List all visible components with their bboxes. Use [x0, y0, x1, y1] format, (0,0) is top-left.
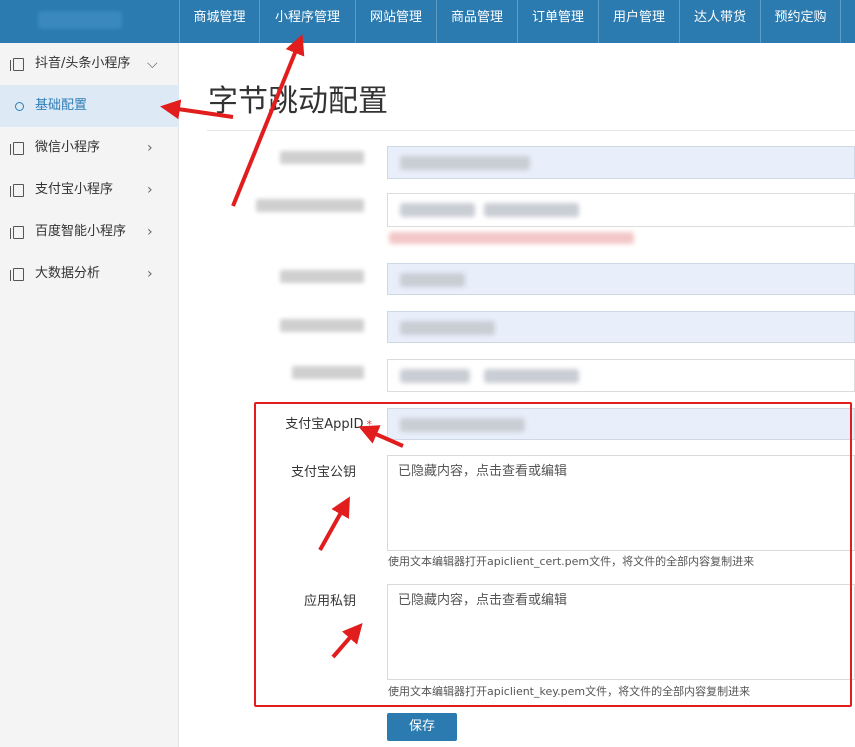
- sidebar-item-bigdata[interactable]: 大数据分析 ›: [0, 253, 179, 295]
- nav-item-users[interactable]: 用户管理: [598, 0, 679, 43]
- sidebar-item-label: 微信小程序: [35, 140, 101, 155]
- redacted-label: [256, 199, 364, 212]
- chevron-right-icon: ›: [147, 140, 153, 156]
- sidebar-item-baidu[interactable]: 百度智能小程序 ›: [0, 211, 179, 253]
- book-icon: [10, 142, 24, 155]
- page-title: 字节跳动配置: [208, 84, 388, 119]
- chevron-right-icon: ›: [147, 182, 153, 198]
- alipay-appid-label-text: 支付宝AppID: [285, 417, 364, 432]
- arrow-to-public-key-label: [318, 496, 350, 551]
- nav-item-website[interactable]: 网站管理: [355, 0, 436, 43]
- nav-item-influencer[interactable]: 达人带货: [679, 0, 760, 43]
- sidebar: 抖音/头条小程序 ⌵ 基础配置 微信小程序 › 支付宝小程序 › 百度智能小程序…: [0, 43, 179, 747]
- arrow-to-private-key-label: [331, 622, 363, 659]
- redacted-label: [280, 270, 364, 283]
- nav-item-reservation[interactable]: 预约定购: [760, 0, 840, 43]
- book-icon: [10, 268, 24, 281]
- sidebar-item-label: 百度智能小程序: [35, 224, 127, 239]
- redacted-value: [400, 418, 525, 432]
- app-private-key-textarea[interactable]: 已隐藏内容，点击查看或编辑: [387, 584, 855, 680]
- nav-item-products[interactable]: 商品管理: [436, 0, 517, 43]
- app-private-key-help: 使用文本编辑器打开apiclient_key.pem文件，将文件的全部内容复制进…: [388, 685, 751, 698]
- top-nav-bar: 商城管理 小程序管理 网站管理 商品管理 订单管理 用户管理 达人带货 预约定购: [0, 0, 855, 43]
- redacted-value: [400, 203, 475, 217]
- app-private-key-label: 应用私钥: [303, 594, 356, 609]
- nav-item-miniprogram[interactable]: 小程序管理: [259, 0, 355, 43]
- redacted-value: [484, 369, 579, 383]
- redacted-value: [400, 156, 530, 170]
- redacted-input[interactable]: [387, 359, 855, 392]
- nav-item-overflow[interactable]: [840, 0, 855, 43]
- chevron-right-icon: ›: [147, 266, 153, 282]
- redacted-value: [400, 321, 495, 335]
- app-logo[interactable]: [0, 0, 179, 43]
- sidebar-item-douyin[interactable]: 抖音/头条小程序 ⌵: [0, 43, 179, 85]
- redacted-input[interactable]: [387, 146, 855, 179]
- redacted-input[interactable]: [387, 311, 855, 343]
- alipay-appid-label: 支付宝AppID *: [262, 413, 372, 432]
- redacted-value: [484, 203, 579, 217]
- redacted-label: [292, 366, 364, 379]
- sidebar-item-label: 大数据分析: [35, 266, 101, 281]
- book-icon: [10, 226, 24, 239]
- redacted-label: [280, 151, 364, 164]
- book-icon: [10, 58, 24, 71]
- chevron-down-icon: ⌵: [147, 56, 158, 72]
- sidebar-item-label: 抖音/头条小程序: [35, 56, 131, 71]
- book-icon: [10, 184, 24, 197]
- nav-item-orders[interactable]: 订单管理: [517, 0, 598, 43]
- redacted-value: [400, 273, 465, 287]
- title-divider: [207, 130, 855, 131]
- redacted-help-text: [389, 232, 634, 244]
- alipay-public-key-textarea[interactable]: 已隐藏内容，点击查看或编辑: [387, 455, 855, 551]
- chevron-right-icon: ›: [147, 224, 153, 240]
- arrow-to-miniprogram-menu: [231, 34, 305, 207]
- redacted-label: [280, 319, 364, 332]
- redacted-value: [400, 369, 470, 383]
- sidebar-item-label: 基础配置: [35, 98, 88, 113]
- alipay-public-key-help: 使用文本编辑器打开apiclient_cert.pem文件，将文件的全部内容复制…: [388, 555, 755, 568]
- alipay-public-key-label: 支付宝公钥: [290, 465, 356, 480]
- sidebar-item-label: 支付宝小程序: [35, 182, 114, 197]
- save-button[interactable]: 保存: [387, 713, 457, 741]
- redacted-input[interactable]: [387, 193, 855, 227]
- required-mark: *: [366, 418, 373, 431]
- logo-blurred: [38, 11, 122, 29]
- circle-icon: [15, 102, 24, 111]
- redacted-input[interactable]: [387, 263, 855, 295]
- sidebar-item-basic-config[interactable]: 基础配置: [0, 85, 179, 127]
- alipay-appid-input[interactable]: [387, 408, 855, 440]
- sidebar-item-wechat[interactable]: 微信小程序 ›: [0, 127, 179, 169]
- nav-item-mall[interactable]: 商城管理: [179, 0, 259, 43]
- sidebar-item-alipay[interactable]: 支付宝小程序 ›: [0, 169, 179, 211]
